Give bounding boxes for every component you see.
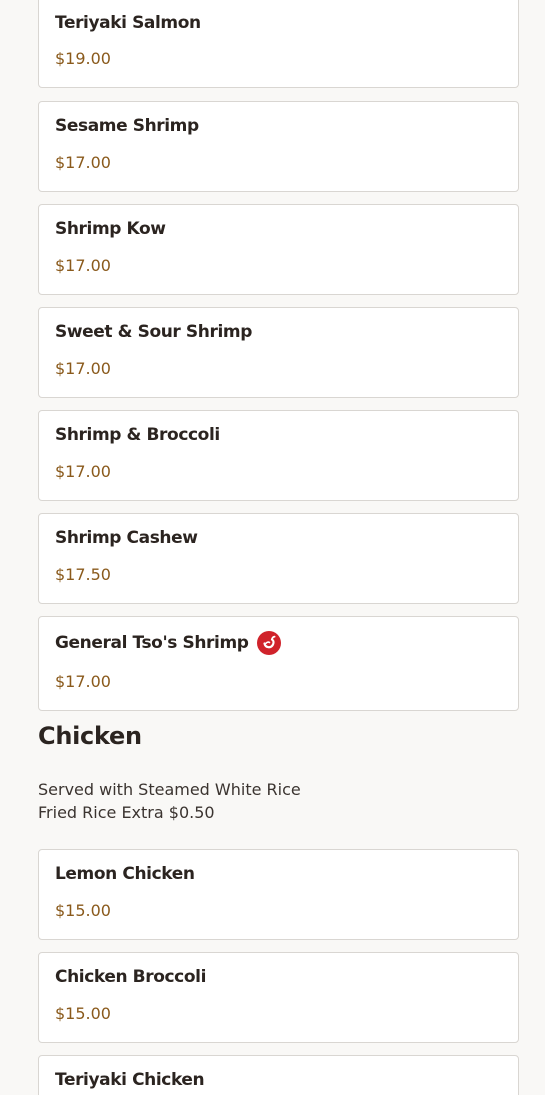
menu-item-price: $17.00 bbox=[55, 672, 111, 691]
menu-item-name: Sesame Shrimp bbox=[55, 116, 199, 136]
menu-item-card[interactable]: Chicken Broccoli $15.00 bbox=[38, 952, 519, 1043]
description-line: Served with Steamed White Rice bbox=[38, 780, 301, 799]
menu-item-name: General Tso's Shrimp bbox=[55, 633, 249, 653]
section-description: Served with Steamed White Rice Fried Ric… bbox=[38, 778, 301, 824]
menu-item-name: Shrimp Kow bbox=[55, 219, 166, 239]
menu-item-price: $17.50 bbox=[55, 565, 111, 584]
menu-item-card[interactable]: Sweet & Sour Shrimp $17.00 bbox=[38, 307, 519, 398]
menu-item-card[interactable]: Teriyaki Salmon $19.00 bbox=[38, 0, 519, 88]
menu-item-card[interactable]: Shrimp Kow $17.00 bbox=[38, 204, 519, 295]
spicy-pepper-icon bbox=[256, 631, 281, 655]
section-title-chicken: Chicken bbox=[38, 722, 142, 750]
menu-item-name: Chicken Broccoli bbox=[55, 967, 206, 987]
menu-item-card[interactable]: Teriyaki Chicken bbox=[38, 1055, 519, 1095]
menu-item-price: $15.00 bbox=[55, 901, 111, 920]
menu-item-name: Shrimp & Broccoli bbox=[55, 425, 220, 445]
menu-item-card[interactable]: General Tso's Shrimp $17.00 bbox=[38, 616, 519, 711]
menu-item-price: $17.00 bbox=[55, 256, 111, 275]
menu-item-price: $19.00 bbox=[55, 49, 111, 68]
menu-item-card[interactable]: Shrimp Cashew $17.50 bbox=[38, 513, 519, 604]
menu-item-name-row: General Tso's Shrimp bbox=[55, 631, 281, 655]
menu-item-price: $17.00 bbox=[55, 359, 111, 378]
menu-item-price: $17.00 bbox=[55, 153, 111, 172]
menu-item-name: Lemon Chicken bbox=[55, 864, 195, 884]
menu-item-card[interactable]: Lemon Chicken $15.00 bbox=[38, 849, 519, 940]
menu-item-card[interactable]: Sesame Shrimp $17.00 bbox=[38, 101, 519, 192]
menu-item-name: Shrimp Cashew bbox=[55, 528, 198, 548]
menu-item-name: Teriyaki Chicken bbox=[55, 1070, 205, 1090]
menu-item-name: Teriyaki Salmon bbox=[55, 13, 201, 33]
menu-item-price: $17.00 bbox=[55, 462, 111, 481]
menu-page: Teriyaki Salmon $19.00 Sesame Shrimp $17… bbox=[0, 0, 545, 1095]
menu-item-card[interactable]: Shrimp & Broccoli $17.00 bbox=[38, 410, 519, 501]
menu-item-name: Sweet & Sour Shrimp bbox=[55, 322, 252, 342]
menu-item-price: $15.00 bbox=[55, 1004, 111, 1023]
description-line: Fried Rice Extra $0.50 bbox=[38, 803, 215, 822]
